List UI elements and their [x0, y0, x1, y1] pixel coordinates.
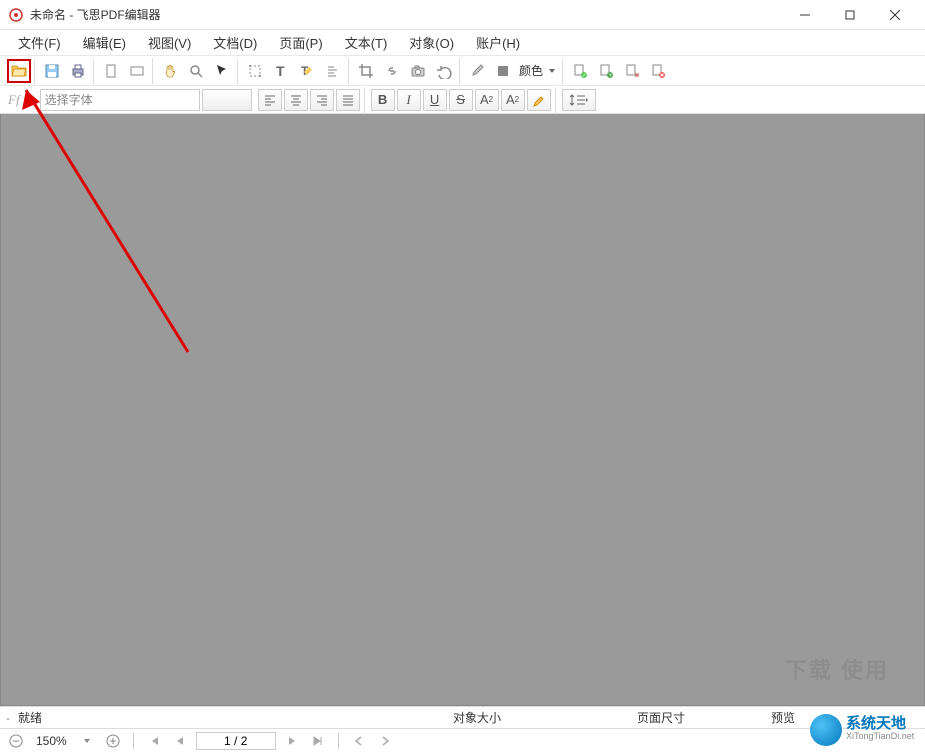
zoom-out-button[interactable]: [6, 731, 26, 751]
color-dropdown-button[interactable]: [545, 59, 559, 83]
next-view-button[interactable]: [375, 731, 395, 751]
font-family-select[interactable]: 选择字体: [40, 89, 200, 111]
line-spacing-button[interactable]: [562, 89, 596, 111]
page-extract-button[interactable]: [620, 59, 644, 83]
hand-tool-button[interactable]: [158, 59, 182, 83]
align-left-button[interactable]: [258, 89, 282, 111]
revert-button[interactable]: [432, 59, 456, 83]
zoom-level: 150%: [32, 734, 71, 748]
text-tool-button[interactable]: T: [269, 59, 293, 83]
status-object-size: 对象大小: [445, 709, 509, 726]
camera-button[interactable]: [406, 59, 430, 83]
menu-page[interactable]: 页面(P): [269, 30, 332, 55]
prev-view-button[interactable]: [349, 731, 369, 751]
color-label: 颜色: [519, 62, 543, 79]
open-file-button[interactable]: [7, 59, 31, 83]
subscript-button[interactable]: A2: [501, 89, 525, 111]
menu-text[interactable]: 文本(T): [335, 30, 398, 55]
svg-text:T: T: [276, 63, 285, 79]
highlight-button[interactable]: [527, 89, 551, 111]
menu-object[interactable]: 对象(O): [399, 30, 464, 55]
prev-page-button[interactable]: [170, 731, 190, 751]
align-justify-button[interactable]: [336, 89, 360, 111]
strikethrough-button[interactable]: S: [449, 89, 473, 111]
window-title: 未命名 - 飞思PDF编辑器: [30, 6, 161, 23]
close-button[interactable]: [872, 0, 917, 30]
ghost-watermark: 下载 使用: [785, 653, 889, 685]
link-button[interactable]: [380, 59, 404, 83]
svg-text:+: +: [609, 73, 613, 79]
print-button[interactable]: [66, 59, 90, 83]
eyedropper-button[interactable]: [465, 59, 489, 83]
last-page-button[interactable]: [308, 731, 328, 751]
status-bar: - 就绪 对象大小 页面尺寸 预览: [0, 706, 925, 728]
page-number-input[interactable]: [196, 732, 276, 750]
watermark-logo: 系统天地 XiTongTianDi.net: [808, 710, 923, 750]
edit-tool-button[interactable]: [243, 59, 267, 83]
font-icon: Ff: [8, 92, 20, 108]
page-insert-button[interactable]: ✓: [568, 59, 592, 83]
zoom-in-button[interactable]: [103, 731, 123, 751]
underline-button[interactable]: U: [423, 89, 447, 111]
page-portrait-button[interactable]: [99, 59, 123, 83]
text-format-button[interactable]: [321, 59, 345, 83]
title-bar: 未命名 - 飞思PDF编辑器: [0, 0, 925, 30]
main-toolbar: T T 颜色 ✓ +: [0, 56, 925, 86]
fill-color-button[interactable]: [491, 59, 515, 83]
page-delete-button[interactable]: [646, 59, 670, 83]
first-page-button[interactable]: [144, 731, 164, 751]
crop-button[interactable]: [354, 59, 378, 83]
bold-button[interactable]: B: [371, 89, 395, 111]
document-canvas[interactable]: 下载 使用: [0, 114, 925, 706]
zoom-tool-button[interactable]: [184, 59, 208, 83]
app-icon: [8, 7, 24, 23]
menu-view[interactable]: 视图(V): [138, 30, 201, 55]
zoom-dropdown-button[interactable]: [77, 731, 97, 751]
select-tool-button[interactable]: [210, 59, 234, 83]
format-toolbar: Ff 选择字体 B I U S A2 A2: [0, 86, 925, 114]
menu-document[interactable]: 文档(D): [203, 30, 267, 55]
font-size-select[interactable]: [202, 89, 252, 111]
page-add-button[interactable]: +: [594, 59, 618, 83]
italic-button[interactable]: I: [397, 89, 421, 111]
menu-edit[interactable]: 编辑(E): [73, 30, 136, 55]
save-button[interactable]: [40, 59, 64, 83]
minimize-button[interactable]: [782, 0, 827, 30]
status-preview: 预览: [763, 709, 803, 726]
navigation-bar: 150%: [0, 728, 925, 752]
superscript-button[interactable]: A2: [475, 89, 499, 111]
menu-file[interactable]: 文件(F): [8, 30, 71, 55]
status-page-size: 页面尺寸: [629, 709, 693, 726]
menu-account[interactable]: 账户(H): [466, 30, 530, 55]
font-placeholder: 选择字体: [45, 91, 93, 108]
edit-text-button[interactable]: T: [295, 59, 319, 83]
page-landscape-button[interactable]: [125, 59, 149, 83]
svg-text:✓: ✓: [582, 73, 587, 79]
next-page-button[interactable]: [282, 731, 302, 751]
menu-bar: 文件(F) 编辑(E) 视图(V) 文档(D) 页面(P) 文本(T) 对象(O…: [0, 30, 925, 56]
maximize-button[interactable]: [827, 0, 872, 30]
status-ready: 就绪: [10, 709, 50, 726]
align-center-button[interactable]: [284, 89, 308, 111]
align-right-button[interactable]: [310, 89, 334, 111]
